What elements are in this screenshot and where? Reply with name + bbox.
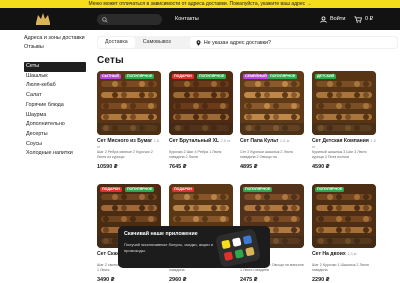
sidebar-item-extras[interactable]: Дополнительно — [24, 120, 86, 130]
phone-mockup-icon — [215, 228, 261, 268]
product-photo[interactable]: Сытный Популярное — [97, 71, 161, 135]
product-description: Сет 2 Курочки шашлык 2 Люля говядина 2 О… — [240, 150, 293, 159]
product-name-text: Сет Мясного из Бумаг — [97, 138, 153, 144]
sidebar-item-hot-dishes[interactable]: Горячие блюда — [24, 101, 86, 111]
product-badge: Популярное — [197, 74, 227, 79]
popup-text: Получай эксклюзивные бонусы, скидки, акц… — [124, 242, 213, 253]
product-card[interactable]: Подарки Популярное Сет Брутальный XL 2,5 к… — [169, 71, 233, 170]
user-icon — [320, 16, 327, 23]
banner-text[interactable]: Меню может отличаться в зависимости от а… — [89, 0, 312, 8]
tab-pickup[interactable]: Самовывоз — [136, 37, 178, 48]
product-description: Шаг 2 Курочки 1 Шашлык 2 Люля говядина — [312, 263, 369, 272]
section-title: Сеты — [97, 55, 124, 66]
login-label: Войти — [330, 16, 346, 22]
product-name-text: Сет Папа Культ — [240, 138, 279, 144]
app-download-popup[interactable]: Скачивай наше приложение Получай эксклюз… — [118, 226, 270, 268]
product-badge: Детский — [315, 74, 337, 79]
sidebar-item-sauces[interactable]: Соусы — [24, 140, 86, 150]
sidebar-info-links: Адреса и зоны доставки Отзывы — [24, 34, 86, 52]
product-badge: Сытный — [100, 74, 122, 79]
product-price: 4590 ₽ — [312, 164, 330, 170]
product-name[interactable]: Сет На двоих 1,3 кг — [312, 251, 376, 263]
contacts-link[interactable]: Контакты — [175, 14, 199, 25]
product-price: 3490 ₽ — [97, 277, 115, 283]
login-button[interactable]: Войти — [320, 14, 345, 25]
product-card[interactable]: Детский Сет Детская Компания 1,5 кг Курины… — [312, 71, 376, 170]
product-card[interactable]: Семейный Популярное Сет Папа Культ 1,6 кг С… — [240, 71, 304, 170]
cart-button[interactable]: 0 ₽ — [354, 14, 373, 25]
sidebar-item-desserts[interactable]: Десерты — [24, 130, 86, 140]
site-header: Контакты Войти 0 ₽ — [0, 8, 400, 30]
product-badge: Популярное — [315, 187, 345, 192]
delivery-mode-tabs: Доставка Самовывоз Не указан адрес доста… — [97, 36, 398, 49]
search-icon — [102, 16, 108, 23]
product-price: 2960 ₽ — [169, 277, 187, 283]
product-price: 7645 ₽ — [169, 164, 187, 170]
brand-logo-icon[interactable] — [34, 10, 52, 28]
tab-delivery[interactable]: Доставка — [98, 37, 135, 48]
product-description: Шаг 2 Ребра свиные 2 Курочки 2 Люля из к… — [97, 150, 153, 159]
location-pin-icon — [196, 39, 201, 46]
category-menu: Сеты Шашлык Люля-кебаб Салат Горячие блю… — [24, 62, 86, 159]
product-badge: Подарки — [172, 74, 194, 79]
product-badge: Семейный — [243, 74, 269, 79]
product-badge: Подарки — [100, 187, 122, 192]
sidebar-item-cold-drinks[interactable]: Холодные напитки — [24, 149, 86, 159]
product-badge: Популярное — [243, 187, 273, 192]
product-name[interactable]: Сет Папа Культ 1,6 кг — [240, 138, 304, 150]
search-input[interactable] — [97, 14, 162, 25]
cart-icon — [354, 16, 362, 23]
popup-title: Скачивай наше приложение — [124, 231, 198, 237]
product-name[interactable]: Сет Брутальный XL 2,5 кг — [169, 138, 233, 150]
product-card[interactable]: Сытный Популярное Сет Мясного из Бумаг 1,6… — [97, 71, 161, 170]
product-badge: Популярное — [125, 187, 155, 192]
sidebar-item-shashlik[interactable]: Шашлык — [24, 72, 86, 82]
product-weight: 1,6 кг — [279, 138, 290, 143]
product-photo[interactable]: Подарки Популярное — [169, 71, 233, 135]
sidebar-item-salad[interactable]: Салат — [24, 91, 86, 101]
address-prompt-label: Не указан адрес доставки? — [203, 39, 271, 46]
product-name-text: Сет Брутальный XL — [169, 138, 220, 144]
product-photo[interactable]: Семейный Популярное — [240, 71, 304, 135]
sidebar-link-reviews[interactable]: Отзывы — [24, 43, 86, 52]
sidebar-item-shawarma[interactable]: Шаурма — [24, 111, 86, 121]
sidebar-link-delivery-zones[interactable]: Адреса и зоны доставки — [24, 34, 86, 43]
product-photo[interactable]: Детский — [312, 71, 376, 135]
product-price: 2290 ₽ — [312, 277, 330, 283]
product-price: 2475 ₽ — [240, 277, 258, 283]
product-photo[interactable]: Популярное — [312, 184, 376, 248]
cart-total: 0 ₽ — [365, 16, 374, 22]
product-description: Курочки 2 Шаг 4 Ребра 1 Люля говядина 2 … — [169, 150, 222, 159]
sidebar-item-sets[interactable]: Сеты — [24, 62, 86, 72]
product-description: Куриный шашлык 3 Шаг 3 Люля курица 3 Пит… — [312, 150, 367, 159]
delivery-address-banner[interactable]: Меню может отличаться в зависимости от а… — [0, 0, 400, 8]
product-badge: Популярное — [268, 74, 298, 79]
product-weight: 1,3 кг — [347, 251, 357, 256]
product-badge: Подарки — [172, 187, 194, 192]
product-weight: 2,5 кг — [220, 138, 231, 143]
product-name-text: Сет На двоих — [312, 251, 346, 257]
address-prompt[interactable]: Не указан адрес доставки? — [189, 37, 397, 48]
product-name[interactable]: Сет Мясного из Бумаг 1,6 кг — [97, 138, 161, 150]
product-price: 10590 ₽ — [97, 164, 118, 170]
product-price: 4895 ₽ — [240, 164, 258, 170]
product-name[interactable]: Сет Детская Компания 1,5 кг — [312, 138, 376, 150]
product-card[interactable]: Популярное Сет На двоих 1,3 кг Шаг 2 Куроч… — [312, 184, 376, 283]
sidebar-item-lula-kebab[interactable]: Люля-кебаб — [24, 81, 86, 91]
product-badge: Популярное — [125, 74, 155, 79]
product-name-text: Сет Детская Компания — [312, 138, 369, 144]
